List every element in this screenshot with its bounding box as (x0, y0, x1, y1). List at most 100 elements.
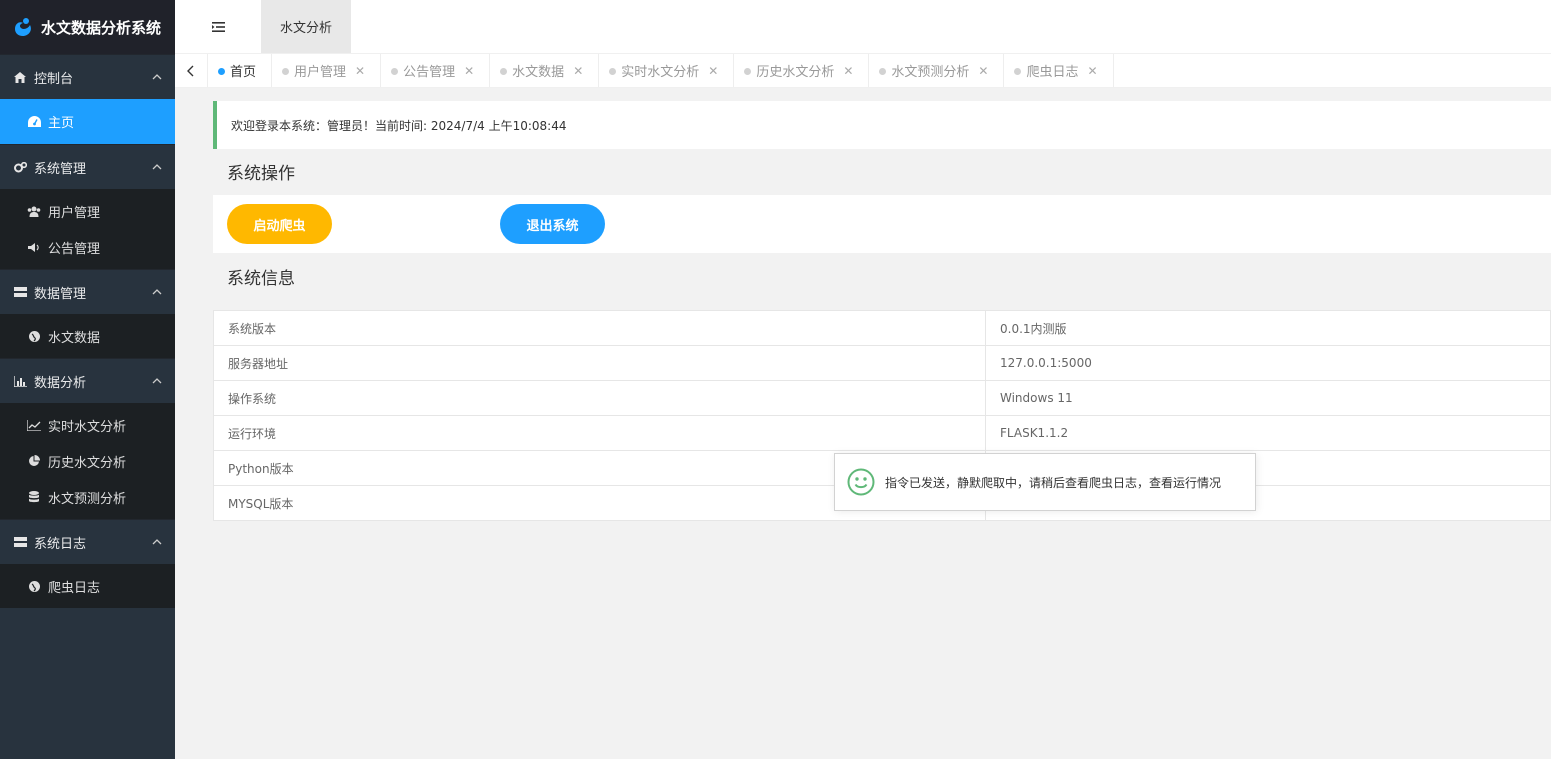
sidebar-sub-system: 用户管理 公告管理 (0, 189, 175, 269)
close-icon[interactable]: ✕ (978, 64, 988, 78)
table-row: 服务器地址 127.0.0.1:5000 (213, 345, 1551, 381)
tab-label: 水文数据 (512, 65, 565, 80)
tab-status-dot (282, 68, 290, 75)
users-icon (26, 206, 42, 217)
sidebar-item-label: 水文预测分析 (48, 491, 127, 507)
sidebar-item-crawler-log[interactable]: 爬虫日志 (0, 568, 175, 604)
info-key: 操作系统 (213, 380, 986, 416)
top-nav-hydro-analysis[interactable]: 水文分析 (261, 0, 351, 53)
tab-status-dot (500, 68, 508, 75)
sidebar: 水文数据分析系统 控制台 主页 系统管理 用户管理 公告管理 数据管理 水文数据… (0, 0, 175, 759)
tab-label: 爬虫日志 (1026, 65, 1079, 80)
info-value: FLASK1.1.2 (985, 415, 1551, 451)
toast-message: 指令已发送，静默爬取中，请稍后查看爬虫日志，查看运行情况 (834, 453, 1256, 511)
tab-status-dot (879, 68, 887, 75)
info-title: 系统信息 (227, 269, 295, 289)
chevron-left-icon (187, 65, 194, 76)
info-value: 127.0.0.1:5000 (985, 345, 1551, 381)
start-crawler-button[interactable]: 启动爬虫 (227, 204, 332, 244)
tab-label: 首页 (230, 65, 257, 80)
sidebar-item-prediction-analysis[interactable]: 水文预测分析 (0, 479, 175, 515)
sidebar-group-logs[interactable]: 系统日志 (0, 519, 175, 564)
database-icon (26, 491, 42, 503)
sidebar-group-label: 数据分析 (34, 375, 87, 391)
globe-icon (26, 330, 42, 342)
sidebar-group-label: 系统日志 (34, 536, 87, 552)
sidebar-sub-data: 水文数据 (0, 314, 175, 358)
info-key: 系统版本 (213, 310, 986, 346)
sidebar-item-history-analysis[interactable]: 历史水文分析 (0, 443, 175, 479)
tab-crawler-log[interactable]: 爬虫日志 ✕ (1004, 54, 1114, 87)
gears-icon (12, 161, 28, 173)
globe-icon (26, 580, 42, 592)
info-key: 运行环境 (213, 415, 986, 451)
toast-text: 指令已发送，静默爬取中，请稍后查看爬虫日志，查看运行情况 (885, 475, 1222, 490)
sidebar-sub-console: 主页 (0, 99, 175, 144)
tab-status-dot (391, 68, 399, 75)
home-icon (12, 71, 28, 83)
sidebar-item-users[interactable]: 用户管理 (0, 193, 175, 229)
tab-label: 公告管理 (403, 65, 456, 80)
info-value: 0.0.1内测版 (985, 310, 1551, 346)
tab-notices[interactable]: 公告管理 ✕ (381, 54, 491, 87)
tab-status-dot (744, 68, 752, 75)
app-title: 水文数据分析系统 (41, 18, 162, 37)
tabs-scroll-left-button[interactable] (175, 54, 208, 87)
tab-users[interactable]: 用户管理 ✕ (272, 54, 382, 87)
chevron-up-icon (152, 539, 162, 545)
sidebar-item-home[interactable]: 主页 (0, 99, 175, 144)
sidebar-item-notices[interactable]: 公告管理 (0, 229, 175, 265)
top-header: 水文分析 (175, 0, 1551, 54)
sidebar-group-label: 数据管理 (34, 286, 87, 302)
menu-toggle-button[interactable] (175, 0, 261, 53)
tab-label: 水文预测分析 (891, 65, 970, 80)
sidebar-group-system[interactable]: 系统管理 (0, 144, 175, 189)
close-icon[interactable]: ✕ (1088, 64, 1098, 78)
server-icon (12, 287, 28, 297)
close-icon[interactable]: ✕ (464, 64, 474, 78)
sidebar-group-data[interactable]: 数据管理 (0, 269, 175, 314)
tab-hydro-data[interactable]: 水文数据 ✕ (490, 54, 600, 87)
tab-status-dot (1014, 68, 1022, 75)
sidebar-item-label: 爬虫日志 (48, 580, 101, 596)
sidebar-item-label: 公告管理 (48, 241, 101, 257)
tab-status-dot (609, 68, 617, 75)
app-logo[interactable]: 水文数据分析系统 (0, 0, 175, 54)
sidebar-group-label: 控制台 (34, 71, 74, 87)
sidebar-item-realtime-analysis[interactable]: 实时水文分析 (0, 407, 175, 443)
tab-prediction-analysis[interactable]: 水文预测分析 ✕ (869, 54, 1005, 87)
tab-realtime-analysis[interactable]: 实时水文分析 ✕ (599, 54, 735, 87)
tab-label: 历史水文分析 (756, 65, 835, 80)
smile-icon (847, 468, 875, 496)
sidebar-group-label: 系统管理 (34, 161, 87, 177)
sidebar-item-hydro-data[interactable]: 水文数据 (0, 318, 175, 354)
table-row: 操作系统 Windows 11 (213, 380, 1551, 416)
logout-button[interactable]: 退出系统 (500, 204, 605, 244)
close-icon[interactable]: ✕ (573, 64, 583, 78)
welcome-banner: 欢迎登录本系统： 管理员！当前时间: 2024/7/4 上午10:08:44 (213, 101, 1551, 149)
sidebar-group-console[interactable]: 控制台 (0, 54, 175, 99)
table-row: 运行环境 FLASK1.1.2 (213, 415, 1551, 451)
line-chart-icon (26, 419, 42, 431)
tab-home[interactable]: 首页 (208, 54, 273, 87)
close-icon[interactable]: ✕ (843, 64, 853, 78)
dashboard-icon (26, 116, 42, 127)
close-icon[interactable]: ✕ (355, 64, 365, 78)
tab-history-analysis[interactable]: 历史水文分析 ✕ (734, 54, 870, 87)
welcome-user-time: 管理员！当前时间: 2024/7/4 上午10:08:44 (327, 118, 567, 133)
sidebar-item-label: 主页 (48, 116, 75, 131)
welcome-prefix: 欢迎登录本系统： (231, 118, 328, 133)
sidebar-item-label: 水文数据 (48, 330, 101, 346)
operations-card: 启动爬虫 退出系统 (213, 195, 1551, 253)
table-row: 系统版本 0.0.1内测版 (213, 310, 1551, 346)
sidebar-item-label: 实时水文分析 (48, 419, 127, 435)
water-drop-logo-icon (15, 18, 31, 36)
info-key: 服务器地址 (213, 345, 986, 381)
sidebar-item-label: 用户管理 (48, 205, 101, 221)
pie-chart-icon (26, 455, 42, 467)
close-icon[interactable]: ✕ (708, 64, 718, 78)
bar-chart-icon (12, 375, 28, 387)
server-icon (12, 537, 28, 547)
chevron-up-icon (152, 378, 162, 384)
sidebar-group-analysis[interactable]: 数据分析 (0, 358, 175, 403)
